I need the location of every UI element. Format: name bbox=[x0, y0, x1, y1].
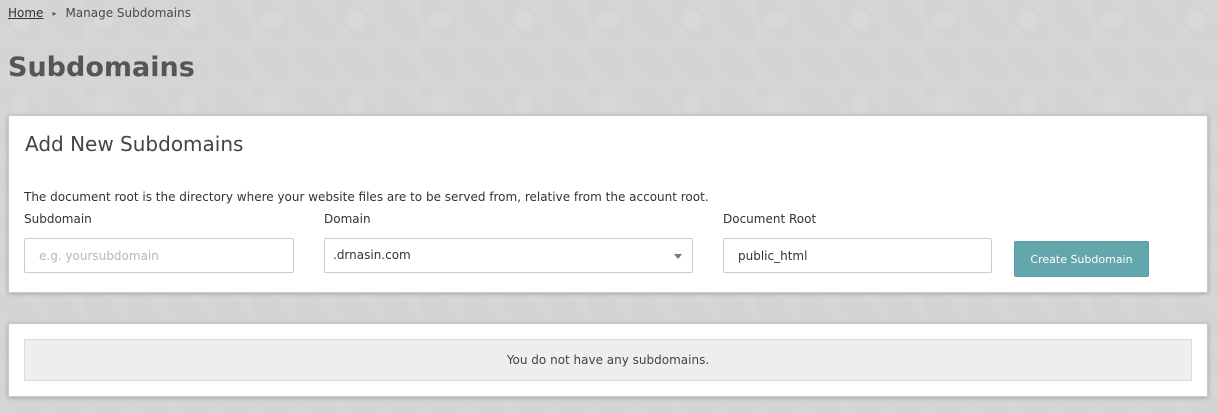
breadcrumb-home-link[interactable]: Home bbox=[8, 6, 43, 20]
domain-selected-value: .drnasin.com bbox=[333, 248, 411, 262]
domain-select[interactable]: .drnasin.com bbox=[324, 238, 693, 273]
empty-subdomains-message: You do not have any subdomains. bbox=[24, 339, 1192, 381]
subdomain-list-panel: You do not have any subdomains. bbox=[8, 323, 1208, 397]
breadcrumb-separator-icon: ▸ bbox=[52, 8, 57, 18]
add-subdomain-title: Add New Subdomains bbox=[25, 132, 244, 156]
page-title: Subdomains bbox=[8, 52, 195, 83]
breadcrumb: Home ▸ Manage Subdomains bbox=[8, 6, 191, 20]
document-root-label: Document Root bbox=[723, 212, 817, 226]
breadcrumb-current: Manage Subdomains bbox=[65, 6, 191, 20]
add-subdomain-panel: Add New Subdomains The document root is … bbox=[8, 115, 1208, 293]
document-root-description: The document root is the directory where… bbox=[24, 190, 709, 204]
caret-down-icon bbox=[674, 254, 682, 259]
subdomain-label: Subdomain bbox=[24, 212, 92, 226]
domain-label: Domain bbox=[324, 212, 371, 226]
subdomain-input[interactable] bbox=[24, 238, 294, 273]
document-root-input[interactable] bbox=[723, 238, 992, 273]
create-subdomain-button[interactable]: Create Subdomain bbox=[1014, 241, 1149, 277]
